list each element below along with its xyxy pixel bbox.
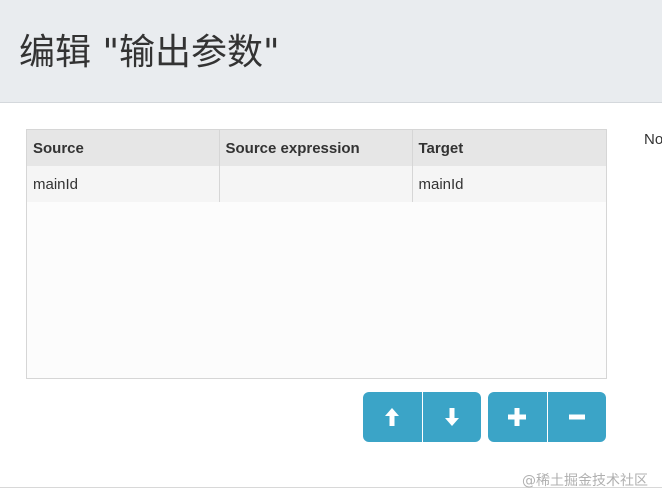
cell-source[interactable]: mainId [27,166,220,202]
move-up-button[interactable] [363,392,422,442]
cell-target[interactable]: mainId [412,166,606,202]
arrow-up-icon [384,407,400,427]
table-row[interactable]: mainId mainId [27,166,606,202]
arrow-down-icon [444,407,460,427]
plus-icon [508,408,527,426]
column-header-source[interactable]: Source [27,130,220,166]
edit-button-group [488,392,606,442]
dialog-header: 编辑 "输出参数" [0,0,662,103]
mapping-table: Source Source expression Target mainId m… [26,129,607,379]
watermark-text: @稀土掘金技术社区 [522,473,648,489]
move-down-button[interactable] [421,392,481,442]
minus-icon [568,408,585,426]
side-panel-text: No [644,131,662,148]
column-header-target[interactable]: Target [412,130,606,166]
add-row-button[interactable] [488,392,547,442]
move-button-group [363,392,481,442]
table-header-row: Source Source expression Target [27,130,606,166]
dialog-title: 编辑 "输出参数" [19,32,280,73]
column-header-source-expression[interactable]: Source expression [219,130,413,166]
cell-source-expression[interactable] [219,166,413,202]
remove-row-button[interactable] [546,392,606,442]
